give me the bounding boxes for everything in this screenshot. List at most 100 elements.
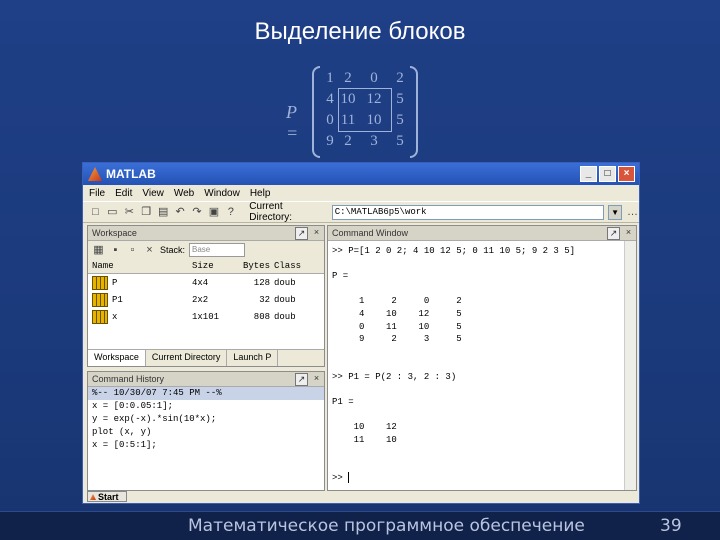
title-bar: MATLAB _ □ × bbox=[83, 163, 639, 185]
command-output-line bbox=[332, 409, 636, 422]
var-bytes: 128 bbox=[253, 277, 270, 288]
var-class: doub bbox=[274, 277, 296, 288]
undo-icon[interactable]: ↶ bbox=[174, 206, 187, 219]
command-output-line: 9 2 3 5 bbox=[332, 334, 462, 345]
command-output-line bbox=[332, 283, 636, 296]
stack-label: Stack: bbox=[160, 245, 186, 255]
cut-icon[interactable]: ✂ bbox=[123, 206, 136, 219]
text-cursor bbox=[348, 471, 350, 483]
table-row[interactable]: x 1x101 808 doub bbox=[88, 308, 324, 325]
toolbar: □ ▭ ✂ ❐ ▤ ↶ ↷ ▣ ? Current Directory: C:\… bbox=[83, 201, 639, 223]
open-variable-icon[interactable]: ▦ bbox=[92, 244, 105, 257]
matrix-label: P = bbox=[286, 102, 299, 143]
col-bytes[interactable]: Bytes bbox=[238, 261, 274, 271]
minimize-button[interactable]: _ bbox=[580, 166, 597, 182]
chevron-down-icon[interactable]: ▼ bbox=[608, 204, 623, 220]
current-directory-label: Current Directory: bbox=[249, 201, 293, 223]
menu-help[interactable]: Help bbox=[250, 188, 271, 199]
table-header: Name Size Bytes Class bbox=[88, 259, 324, 274]
close-icon[interactable]: × bbox=[311, 227, 322, 238]
menu-view[interactable]: View bbox=[142, 188, 164, 199]
close-button[interactable]: × bbox=[618, 166, 635, 182]
footer-text: Математическое программное обеспечение bbox=[188, 516, 585, 536]
new-file-icon[interactable]: □ bbox=[89, 206, 102, 219]
matlab-logo-icon bbox=[88, 167, 102, 181]
command-output-line bbox=[332, 384, 636, 397]
var-name: P bbox=[112, 277, 118, 288]
simulink-icon[interactable]: ▣ bbox=[207, 206, 220, 219]
window-title: MATLAB bbox=[106, 167, 156, 181]
command-output-line bbox=[332, 459, 636, 472]
delete-icon[interactable]: × bbox=[143, 244, 156, 257]
command-output-line bbox=[332, 358, 636, 371]
current-directory-input[interactable]: C:\MATLAB6p5\work bbox=[331, 204, 605, 220]
menu-bar: File Edit View Web Window Help bbox=[83, 185, 639, 201]
undock-icon[interactable]: ↗ bbox=[607, 227, 620, 240]
tab-launch-pad[interactable]: Launch P bbox=[227, 350, 279, 366]
var-bytes: 808 bbox=[253, 311, 270, 322]
save-icon[interactable]: ▪ bbox=[109, 244, 122, 257]
matrix-variable-icon bbox=[92, 275, 108, 290]
command-prompt[interactable]: >> bbox=[332, 471, 636, 485]
command-window-pane[interactable]: Command Window ↗ × >> P=[1 2 0 2; 4 10 1… bbox=[327, 225, 637, 491]
var-size: 2x2 bbox=[192, 294, 209, 305]
close-icon[interactable]: × bbox=[623, 227, 634, 238]
history-item[interactable]: x = [0:5:1]; bbox=[88, 439, 324, 452]
vertical-scrollbar[interactable] bbox=[624, 241, 636, 490]
col-name[interactable]: Name bbox=[88, 261, 192, 271]
command-output-line: P1 = bbox=[332, 397, 354, 408]
col-size[interactable]: Size bbox=[192, 261, 238, 271]
workspace-tabs: Workspace Current Directory Launch P bbox=[88, 349, 324, 366]
browse-icon[interactable]: … bbox=[626, 206, 639, 219]
start-button[interactable]: Start bbox=[87, 491, 127, 502]
menu-file[interactable]: File bbox=[89, 188, 105, 199]
tab-current-directory[interactable]: Current Directory bbox=[146, 350, 228, 366]
redo-icon[interactable]: ↷ bbox=[191, 206, 204, 219]
paste-icon[interactable]: ▤ bbox=[157, 206, 170, 219]
tab-workspace[interactable]: Workspace bbox=[88, 350, 146, 366]
matrix-variable-icon bbox=[92, 309, 108, 324]
var-size: 4x4 bbox=[192, 277, 209, 288]
menu-window[interactable]: Window bbox=[204, 188, 240, 199]
history-item[interactable]: plot (x, y) bbox=[88, 426, 324, 439]
close-icon[interactable]: × bbox=[311, 373, 322, 384]
history-item[interactable]: y = exp(-x).*sin(10*x); bbox=[88, 413, 324, 426]
var-class: doub bbox=[274, 311, 296, 322]
var-name: x bbox=[112, 311, 118, 322]
copy-icon[interactable]: ❐ bbox=[140, 206, 153, 219]
history-item[interactable]: x = [0:0.05:1]; bbox=[88, 400, 324, 413]
slide-footer: Математическое программное обеспечение 3… bbox=[0, 511, 720, 540]
open-folder-icon[interactable]: ▭ bbox=[106, 206, 119, 219]
command-output-line: 1 2 0 2 bbox=[332, 296, 462, 307]
command-history-pane: Command History ↗ × %-- 10/30/07 7:45 PM… bbox=[87, 371, 325, 491]
undock-icon[interactable]: ↗ bbox=[295, 373, 308, 386]
matrix-cell: 2 bbox=[344, 133, 352, 149]
stack-select[interactable]: Base bbox=[189, 243, 246, 257]
highlighted-block bbox=[338, 88, 392, 132]
undock-icon[interactable]: ↗ bbox=[295, 227, 308, 240]
command-window-title: Command Window bbox=[332, 228, 409, 238]
prompt-text: >> bbox=[332, 472, 349, 483]
matlab-window: MATLAB _ □ × File Edit View Web Window H… bbox=[82, 162, 640, 504]
table-row[interactable]: P 4x4 128 doub bbox=[88, 274, 324, 291]
menu-web[interactable]: Web bbox=[174, 188, 194, 199]
col-class[interactable]: Class bbox=[274, 261, 324, 271]
load-icon[interactable]: ▫ bbox=[126, 244, 139, 257]
command-output-line: >> P1 = P(2 : 3, 2 : 3) bbox=[332, 371, 457, 382]
command-output-line: 4 10 12 5 bbox=[332, 308, 462, 319]
menu-edit[interactable]: Edit bbox=[115, 188, 132, 199]
workspace-toolbar: ▦ ▪ ▫ × Stack: Base bbox=[88, 241, 324, 259]
var-name: P1 bbox=[112, 294, 123, 305]
table-row[interactable]: P1 2x2 32 doub bbox=[88, 291, 324, 308]
command-output-line: >> P=[1 2 0 2; 4 10 12 5; 0 11 10 5; 9 2… bbox=[332, 246, 576, 256]
var-size: 1x101 bbox=[192, 311, 220, 322]
matrix-cell: 0 bbox=[370, 70, 378, 86]
help-icon[interactable]: ? bbox=[224, 206, 237, 219]
var-bytes: 32 bbox=[259, 294, 270, 305]
command-window-header: Command Window ↗ × bbox=[328, 226, 636, 241]
command-output-line: 0 11 10 5 bbox=[332, 321, 462, 332]
maximize-button[interactable]: □ bbox=[599, 166, 616, 182]
matrix-cell: 2 bbox=[344, 70, 352, 86]
history-item[interactable]: %-- 10/30/07 7:45 PM --% bbox=[88, 387, 324, 400]
command-history-title: Command History bbox=[92, 374, 165, 384]
